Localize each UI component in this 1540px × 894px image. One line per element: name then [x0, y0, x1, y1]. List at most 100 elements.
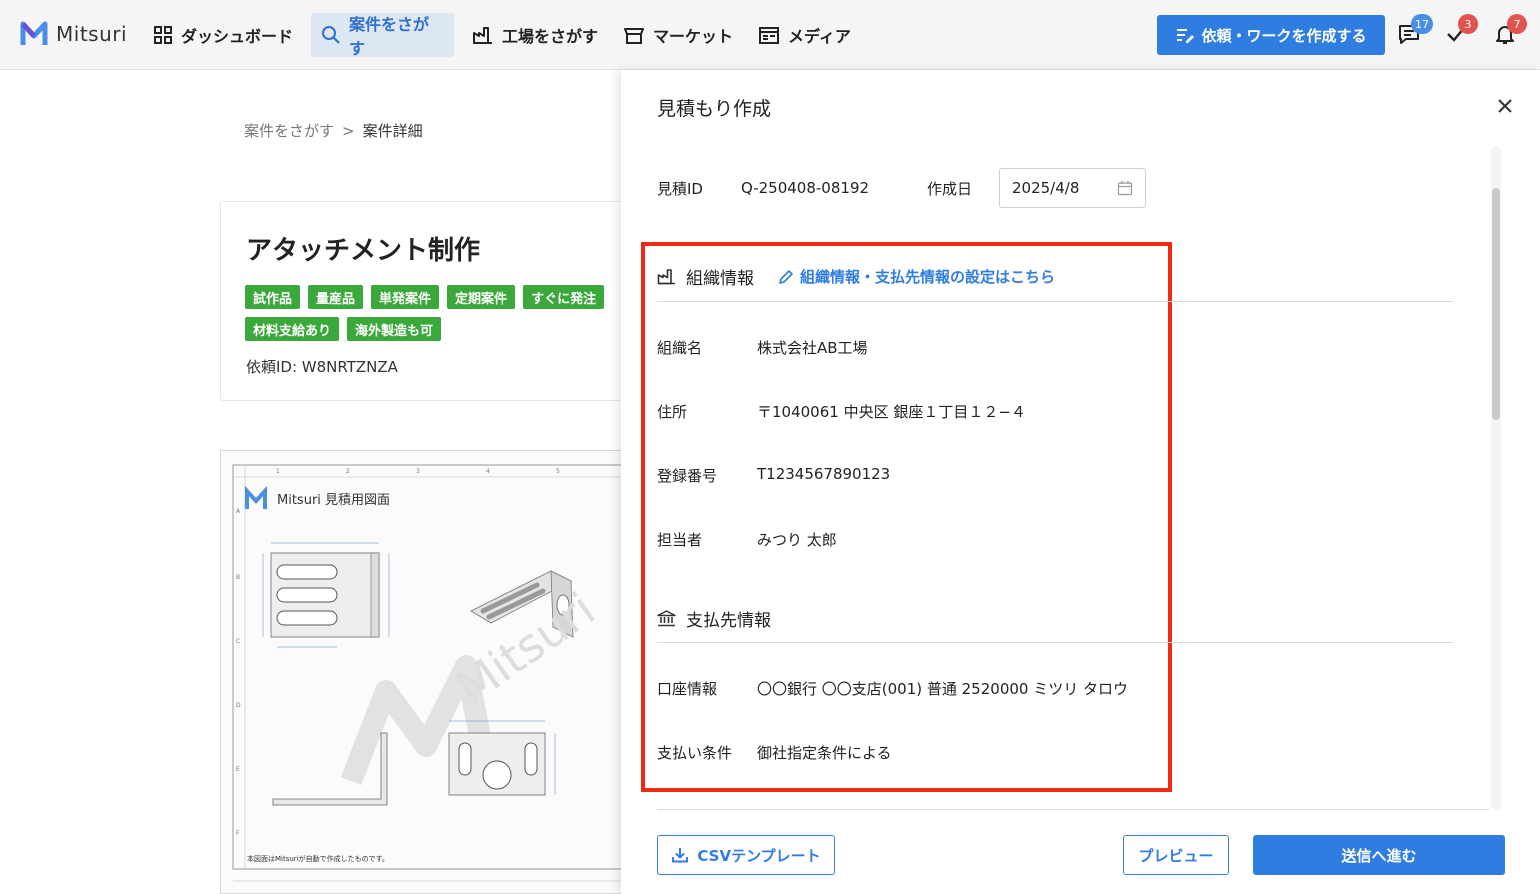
drawing-title: Mitsuri 見積用図面: [277, 493, 390, 508]
technical-drawing-image: 123 45 ABC DEF Mitsuri 見積用図面 Mitsuri 本図面…: [221, 451, 629, 893]
tag: 単発案件: [371, 285, 440, 309]
download-icon: [672, 848, 689, 863]
preview-button[interactable]: プレビュー: [1123, 835, 1229, 875]
panel-scrollbar[interactable]: [1491, 146, 1501, 810]
bank-icon: [657, 610, 676, 627]
tag: 海外製造も可: [347, 317, 442, 341]
svg-text:B: B: [236, 574, 240, 581]
calendar-icon: [1117, 181, 1133, 196]
field-label: 口座情報: [657, 680, 718, 698]
nav-media[interactable]: メディア: [748, 13, 861, 57]
created-date-value: 2025/4/8: [1012, 179, 1080, 197]
org-settings-link-label: 組織情報・支払先情報の設定はこちら: [800, 268, 1056, 286]
nav-label: ダッシュボード: [181, 27, 294, 46]
footer-divider: [657, 809, 1489, 810]
nav-label: マーケット: [653, 27, 734, 46]
field-label: 支払い条件: [657, 744, 733, 762]
quote-id-label: 見積ID: [657, 179, 703, 198]
org-info-header: 組織情報 組織情報・支払先情報の設定はこちら: [657, 264, 1055, 289]
project-summary-card: アタッチメント制作 試作品 量産品 単発案件 定期案件 すぐに発注 材料支給あり…: [220, 201, 640, 401]
svg-text:4: 4: [486, 468, 490, 475]
svg-text:3: 3: [416, 468, 420, 475]
project-title: アタッチメント制作: [246, 236, 481, 266]
svg-text:F: F: [236, 830, 240, 837]
org-name-row: 組織名 株式会社AB工場: [657, 337, 868, 358]
messages-button[interactable]: 17: [1397, 14, 1433, 48]
tag: 定期案件: [447, 285, 516, 309]
nav-dashboard[interactable]: ダッシュボード: [143, 13, 303, 57]
quote-creation-panel: 見積もり作成 見積ID Q-250408-08192 作成日 2025/4/8: [621, 70, 1540, 894]
tag: 材料支給あり: [245, 317, 340, 341]
field-label: 登録番号: [657, 467, 718, 485]
svg-text:2: 2: [346, 468, 350, 475]
address-row: 住所 〒1040061 中央区 銀座１丁目１２−４: [657, 401, 1026, 422]
factory-icon: [657, 269, 675, 285]
field-value: 〒1040061 中央区 銀座１丁目１２−４: [757, 403, 1026, 421]
field-value: 株式会社AB工場: [757, 339, 868, 357]
csv-template-button[interactable]: CSVテンプレート: [657, 835, 835, 875]
request-id: 依頼ID: W8NRTZNZA: [246, 358, 398, 376]
drawing-preview[interactable]: 123 45 ABC DEF Mitsuri 見積用図面 Mitsuri 本図面…: [220, 450, 630, 894]
tag: 試作品: [245, 285, 301, 309]
brand-logo[interactable]: Mitsuri: [20, 20, 127, 48]
created-date-input[interactable]: 2025/4/8: [999, 168, 1146, 208]
nav-search-factories[interactable]: 工場をさがす: [462, 13, 608, 57]
payment-info-header: 支払先情報: [657, 606, 771, 631]
svg-text:5: 5: [556, 468, 560, 475]
search-icon: [322, 26, 340, 44]
newspaper-icon: [759, 27, 779, 44]
org-info-title: 組織情報: [686, 269, 754, 289]
svg-text:D: D: [236, 702, 241, 709]
svg-text:C: C: [236, 638, 240, 645]
contact-person-row: 担当者 みつり 太郎: [657, 529, 837, 550]
nav-market[interactable]: マーケット: [613, 13, 743, 57]
highlight-box: [641, 242, 1172, 792]
section-divider: [657, 301, 1453, 302]
create-request-label: 依頼・ワークを作成する: [1201, 26, 1367, 45]
svg-text:1: 1: [276, 468, 280, 475]
drawing-note: 本図面はMitsuriが自動で作成したものです。: [247, 854, 389, 863]
tag: すぐに発注: [523, 285, 605, 309]
org-settings-link[interactable]: 組織情報・支払先情報の設定はこちら: [778, 266, 1055, 287]
field-label: 住所: [657, 403, 688, 421]
grid-icon: [154, 26, 172, 44]
tasks-badge: 3: [1458, 14, 1478, 34]
breadcrumb-parent[interactable]: 案件をさがす: [244, 122, 334, 140]
nav-label: メディア: [788, 27, 851, 46]
nav-label: 工場をさがす: [502, 27, 599, 46]
payment-info-title: 支払先情報: [686, 611, 771, 631]
factory-icon: [473, 27, 492, 44]
breadcrumb-current: 案件詳細: [362, 122, 423, 140]
nav-label: 案件をさがす: [349, 15, 430, 58]
breadcrumb-separator: >: [342, 122, 355, 140]
quote-meta-row: 見積ID Q-250408-08192 作成日 2025/4/8: [657, 168, 1146, 208]
close-icon: [1498, 99, 1512, 113]
nav-search-projects[interactable]: 案件をさがす: [311, 13, 454, 58]
section-divider: [657, 642, 1453, 643]
scrollbar-thumb[interactable]: [1492, 188, 1500, 420]
create-request-button[interactable]: 依頼・ワークを作成する: [1157, 15, 1385, 55]
tag: 量産品: [308, 285, 364, 309]
csv-template-label: CSVテンプレート: [697, 846, 821, 865]
proceed-to-send-button[interactable]: 送信へ進む: [1253, 835, 1505, 875]
breadcrumb: 案件をさがす > 案件詳細: [244, 120, 423, 141]
edit-list-icon: [1177, 29, 1195, 43]
field-value: 御社指定条件による: [757, 744, 892, 762]
project-tags: 試作品 量産品 単発案件 定期案件 すぐに発注 材料支給あり 海外製造も可: [245, 285, 625, 341]
pencil-icon: [779, 269, 793, 284]
notifications-button[interactable]: 7: [1493, 14, 1527, 48]
top-nav: Mitsuri ダッシュボード 案件をさがす 工場をさがす マーケット メディア…: [0, 0, 1540, 70]
field-label: 担当者: [657, 531, 703, 549]
bank-account-row: 口座情報 〇〇銀行 〇〇支店(001) 普通 2520000 ミツリ タロウ: [657, 678, 1128, 699]
field-value: T1234567890123: [757, 465, 891, 483]
tasks-button[interactable]: 3: [1444, 14, 1478, 48]
created-date-label: 作成日: [927, 179, 973, 198]
registration-number-row: 登録番号 T1234567890123: [657, 465, 890, 486]
field-value: みつり 太郎: [757, 531, 837, 549]
field-value: 〇〇銀行 〇〇支店(001) 普通 2520000 ミツリ タロウ: [757, 680, 1128, 698]
panel-title: 見積もり作成: [657, 98, 772, 120]
close-panel-button[interactable]: [1493, 94, 1517, 118]
field-label: 組織名: [657, 339, 703, 357]
quote-id-value: Q-250408-08192: [741, 179, 870, 197]
messages-badge: 17: [1411, 14, 1433, 34]
